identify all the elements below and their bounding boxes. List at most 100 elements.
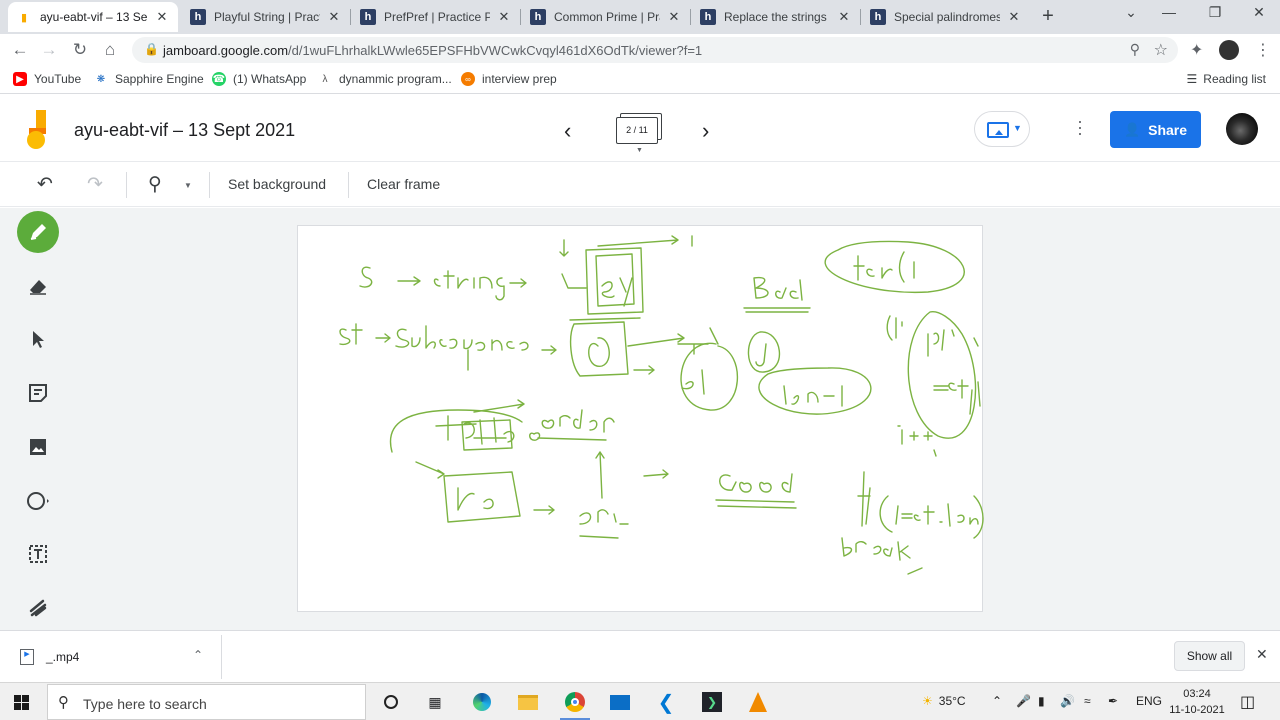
ink-re-box <box>443 471 521 523</box>
close-icon[interactable]: ✕ <box>836 9 852 25</box>
close-icon[interactable]: ✕ <box>154 9 170 25</box>
laser-tool[interactable] <box>17 586 59 628</box>
reload-icon[interactable]: ↻ <box>69 39 91 61</box>
jamboard-logo-icon[interactable] <box>24 110 52 150</box>
battery-icon[interactable]: ▮ <box>1038 694 1045 708</box>
notification-icon[interactable]: ◫ <box>1240 692 1255 712</box>
chevron-up-icon[interactable]: ⌃ <box>193 648 203 662</box>
select-tool[interactable] <box>17 318 59 360</box>
system-clock[interactable]: 03:24 11-10-2021 <box>1166 686 1228 718</box>
reading-list-button[interactable]: ☰ Reading list <box>1187 72 1266 86</box>
set-background-button[interactable]: Set background <box>228 176 326 192</box>
tab-replace-strings[interactable]: h Replace the strings | P ✕ <box>692 2 860 32</box>
present-button[interactable]: ▼ <box>974 111 1030 147</box>
ink-arrow <box>633 365 655 375</box>
close-icon[interactable]: ✕ <box>1256 646 1268 663</box>
close-icon[interactable]: ✕ <box>1006 9 1022 25</box>
download-item[interactable]: ▶ _.mp4 <box>20 649 79 665</box>
tab-jamboard[interactable]: ▮ ayu-eabt-vif – 13 Sept ✕ <box>8 2 178 32</box>
frame-bar-toggle[interactable]: 2 / 11 <box>614 113 662 144</box>
forward-arrow-icon[interactable]: → <box>38 39 60 61</box>
eraser-tool[interactable] <box>17 265 59 307</box>
back-arrow-icon[interactable]: ← <box>9 39 31 61</box>
bookmark-interview-prep[interactable]: ∞ interview prep <box>461 72 557 86</box>
zoom-icon[interactable]: ⚲ <box>1130 41 1140 58</box>
extensions-puzzle-icon[interactable]: ✦ <box>1190 40 1203 60</box>
ink-u-bracket <box>561 273 587 289</box>
home-icon[interactable]: ⌂ <box>99 39 121 61</box>
chevron-down-icon[interactable]: ▼ <box>184 181 192 190</box>
profile-avatar[interactable] <box>1219 40 1239 60</box>
microphone-icon[interactable]: 🎤 <box>1016 694 1031 708</box>
vlc-icon[interactable] <box>747 691 769 713</box>
share-button[interactable]: 👤 Share <box>1110 111 1201 148</box>
ink-si-ellipse <box>907 311 977 439</box>
page-title[interactable]: ayu-eabt-vif – 13 Sept 2021 <box>74 120 295 141</box>
avatar[interactable] <box>1226 113 1258 145</box>
url-text[interactable]: jamboard.google.com/d/1wuFLhrhalkLWwle65… <box>163 43 702 58</box>
close-window-icon[interactable]: ✕ <box>1244 4 1274 21</box>
jamboard-toolbar: ↶ ↷ ⚲ ▼ Set background Clear frame <box>0 163 1280 207</box>
image-tool[interactable] <box>17 426 59 468</box>
pen-workspace-icon[interactable]: ✒ <box>1108 694 1118 708</box>
bookmark-dynamic-programming[interactable]: λ dynammic program... <box>318 72 452 86</box>
close-icon[interactable]: ✕ <box>666 9 682 25</box>
next-frame-button[interactable]: › <box>702 118 709 144</box>
download-file-name: _.mp4 <box>46 650 80 664</box>
restore-icon[interactable]: ❐ <box>1200 4 1230 21</box>
ink-order <box>541 409 615 433</box>
tab-separator <box>690 9 691 25</box>
weather-widget[interactable]: ☀ 35°C <box>922 694 966 708</box>
vscode-icon[interactable]: ❮ <box>655 691 677 714</box>
terminal-app-icon[interactable]: ❯ <box>701 691 723 713</box>
tab-playful-string[interactable]: h Playful String | Practic ✕ <box>182 2 350 32</box>
bookmark-sapphire-engine[interactable]: ❋ Sapphire Engine <box>94 72 204 86</box>
more-options-icon[interactable]: · · · <box>1072 112 1088 142</box>
ink-ey <box>601 277 633 307</box>
bookmark-whatsapp[interactable]: ☎ (1) WhatsApp <box>212 72 306 86</box>
tool-sidebar <box>0 208 76 630</box>
show-all-button[interactable]: Show all <box>1174 641 1245 671</box>
text-box-tool[interactable] <box>17 533 59 575</box>
mail-icon[interactable] <box>609 691 631 713</box>
menu-dots-icon[interactable]: ⋮ <box>1255 40 1271 60</box>
lock-icon[interactable]: 🔒 <box>144 42 159 56</box>
tab-common-prime[interactable]: h Common Prime | Prac ✕ <box>522 2 690 32</box>
ink-good <box>719 473 793 493</box>
volume-icon[interactable]: 🔊 <box>1060 694 1075 708</box>
bookmark-star-icon[interactable]: ☆ <box>1154 40 1168 60</box>
zoom-icon[interactable]: ⚲ <box>144 173 166 196</box>
close-icon[interactable]: ✕ <box>496 9 512 25</box>
sticky-note-tool[interactable] <box>17 372 59 414</box>
tab-title: ayu-eabt-vif – 13 Sept <box>40 10 148 24</box>
tab-search-icon[interactable]: ⌄ <box>1116 4 1146 21</box>
minimize-icon[interactable]: — <box>1154 4 1184 20</box>
chrome-icon[interactable] <box>564 691 586 713</box>
windows-start-icon[interactable] <box>14 695 29 710</box>
redo-icon[interactable]: ↷ <box>84 173 106 196</box>
wifi-icon[interactable]: ≈ <box>1084 694 1091 708</box>
chevron-up-icon[interactable]: ⌃ <box>992 694 1002 708</box>
cortana-icon[interactable] <box>380 691 402 713</box>
shape-tool[interactable] <box>17 480 59 522</box>
tab-special-palindromes[interactable]: h Special palindromes | ✕ <box>862 2 1030 32</box>
tab-prefpref[interactable]: h PrefPref | Practice Pro ✕ <box>352 2 520 32</box>
jam-frame-canvas[interactable] <box>297 225 984 612</box>
edge-icon[interactable] <box>471 691 493 713</box>
new-tab-button[interactable]: + <box>1036 5 1060 29</box>
address-bar[interactable]: 🔒 jamboard.google.com/d/1wuFLhrhalkLWwle… <box>132 37 1178 63</box>
pen-tool[interactable] <box>17 211 59 253</box>
previous-frame-button[interactable]: ‹ <box>564 118 571 144</box>
navigation-bar: ← → ↻ ⌂ 🔒 jamboard.google.com/d/1wuFLhrh… <box>0 34 1280 66</box>
clear-frame-button[interactable]: Clear frame <box>367 176 440 192</box>
language-indicator[interactable]: ENG <box>1136 694 1162 708</box>
taskbar-search-box[interactable]: ⚲ Type here to search <box>47 684 366 720</box>
temperature-text: 35°C <box>938 694 966 708</box>
close-icon[interactable]: ✕ <box>326 9 342 25</box>
bookmark-youtube[interactable]: ▶ YouTube <box>13 72 81 86</box>
ink-bad <box>753 276 803 301</box>
task-view-icon[interactable]: ▦ <box>424 691 446 713</box>
bookmark-label: (1) WhatsApp <box>233 72 307 86</box>
undo-icon[interactable]: ↶ <box>34 173 56 196</box>
file-explorer-icon[interactable] <box>517 691 539 713</box>
